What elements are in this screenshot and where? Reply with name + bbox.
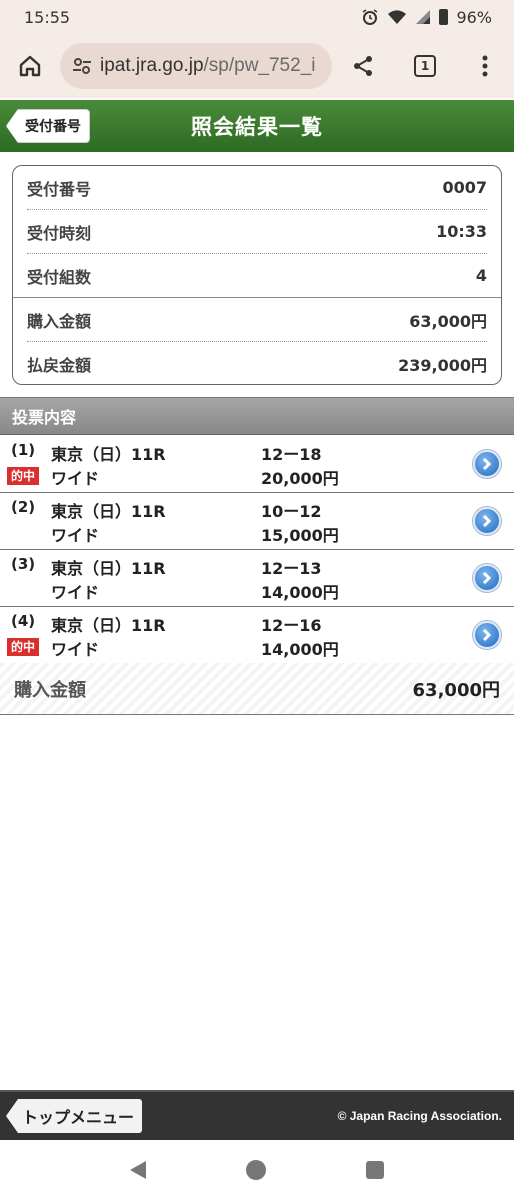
page-footer: トップメニュー © Japan Racing Association. xyxy=(0,1090,514,1140)
url-host: ipat.jra.go.jp xyxy=(100,55,204,76)
battery-icon xyxy=(439,9,449,25)
status-icons: 96% xyxy=(361,8,492,27)
summary-value: 10:33 xyxy=(436,222,487,241)
bet-race: 東京（日）11R xyxy=(51,559,166,578)
bet-number: (1) xyxy=(11,441,36,459)
summary-label: 払戻金額 xyxy=(27,356,92,375)
status-time: 15:55 xyxy=(24,7,71,27)
bet-race: 東京（日）11R xyxy=(51,502,166,521)
bet-list: (1) 的中 東京（日）11R ワイド 12ー18 20,000円 (2) 東京… xyxy=(0,436,514,664)
tab-count: 1 xyxy=(414,55,436,77)
summary-row-set-count: 受付組数 4 xyxy=(13,254,501,298)
bet-type: ワイド xyxy=(51,583,100,602)
site-settings-icon[interactable] xyxy=(72,57,100,75)
summary-value: 4 xyxy=(475,266,487,285)
bet-combination: 12ー16 xyxy=(261,616,322,635)
hit-badge: 的中 xyxy=(7,467,40,485)
summary-label: 受付組数 xyxy=(27,267,92,287)
bet-race: 東京（日）11R xyxy=(51,445,166,464)
bet-row[interactable]: (3) 東京（日）11R ワイド 12ー13 14,000円 xyxy=(0,550,514,607)
back-triangle-icon[interactable] xyxy=(130,1161,146,1179)
page-title: 照会結果一覧 xyxy=(191,115,323,139)
bet-combination: 10ー12 xyxy=(261,502,322,521)
section-title: 投票内容 xyxy=(0,397,514,435)
recents-square-icon[interactable] xyxy=(366,1161,384,1179)
home-icon xyxy=(19,55,41,77)
bet-row[interactable]: (1) 的中 東京（日）11R ワイド 12ー18 20,000円 xyxy=(0,436,514,493)
summary-row-payout-amount: 払戻金額 239,000円 xyxy=(27,342,487,386)
bet-type: ワイド xyxy=(51,526,100,545)
total-value: 63,000円 xyxy=(412,679,500,701)
share-button[interactable] xyxy=(332,34,394,98)
more-menu-button[interactable] xyxy=(456,34,514,98)
bet-combination: 12ー18 xyxy=(261,445,322,464)
total-row: 購入金額 63,000円 xyxy=(0,663,514,715)
bet-row[interactable]: (2) 東京（日）11R ワイド 10ー12 15,000円 xyxy=(0,493,514,550)
alarm-icon xyxy=(362,9,378,25)
chevron-right-icon[interactable] xyxy=(473,450,501,478)
home-button[interactable] xyxy=(0,34,60,98)
chevron-right-icon[interactable] xyxy=(473,507,501,535)
bet-row[interactable]: (4) 的中 東京（日）11R ワイド 12ー16 14,000円 xyxy=(0,607,514,664)
top-menu-button[interactable]: トップメニュー xyxy=(6,1099,143,1133)
address-bar[interactable]: ipat.jra.go.jp/sp/pw_752_i xyxy=(60,43,332,89)
summary-card: 受付番号 0007 受付時刻 10:33 受付組数 4 購入金額 63,000円… xyxy=(12,165,502,385)
back-button[interactable]: 受付番号 xyxy=(6,109,90,143)
url-text: ipat.jra.go.jp/sp/pw_752_i xyxy=(100,55,315,77)
status-bar: 15:55 96% xyxy=(0,0,514,34)
summary-label: 受付時刻 xyxy=(27,223,92,243)
summary-row-purchase-amount: 購入金額 63,000円 xyxy=(27,298,487,342)
total-label: 購入金額 xyxy=(14,679,86,701)
bet-number: (2) xyxy=(11,498,36,516)
bet-amount: 15,000円 xyxy=(261,526,339,545)
bet-type: ワイド xyxy=(51,469,100,488)
url-path: /sp/pw_752_i xyxy=(203,55,316,76)
battery-level: 96% xyxy=(456,7,492,27)
bet-number: (3) xyxy=(11,555,36,573)
home-circle-icon[interactable] xyxy=(246,1160,266,1180)
tab-switcher-button[interactable]: 1 xyxy=(394,34,456,98)
page-header: 受付番号 照会結果一覧 xyxy=(0,100,514,152)
wifi-icon xyxy=(388,10,407,24)
bet-combination: 12ー13 xyxy=(261,559,322,578)
chevron-right-icon[interactable] xyxy=(473,564,501,592)
bet-type: ワイド xyxy=(51,640,100,659)
signal-icon xyxy=(416,10,431,24)
share-icon xyxy=(354,56,372,76)
copyright-text: © Japan Racing Association. xyxy=(337,1109,502,1123)
hit-badge: 的中 xyxy=(7,638,40,656)
summary-row-receipt-no: 受付番号 0007 xyxy=(27,166,487,210)
bet-amount: 14,000円 xyxy=(261,640,339,659)
browser-toolbar: ipat.jra.go.jp/sp/pw_752_i 1 xyxy=(0,34,514,98)
summary-label: 購入金額 xyxy=(27,311,92,331)
chevron-right-icon[interactable] xyxy=(473,621,501,649)
summary-value: 239,000円 xyxy=(398,356,487,375)
bet-race: 東京（日）11R xyxy=(51,616,166,635)
summary-value: 63,000円 xyxy=(409,311,487,331)
summary-label: 受付番号 xyxy=(27,179,92,199)
summary-row-receipt-time: 受付時刻 10:33 xyxy=(27,210,487,254)
system-nav-bar xyxy=(0,1140,514,1200)
bet-amount: 20,000円 xyxy=(261,469,339,488)
summary-value: 0007 xyxy=(442,178,487,197)
bet-amount: 14,000円 xyxy=(261,583,339,602)
more-vert-icon xyxy=(482,55,488,77)
bet-number: (4) xyxy=(11,612,36,630)
